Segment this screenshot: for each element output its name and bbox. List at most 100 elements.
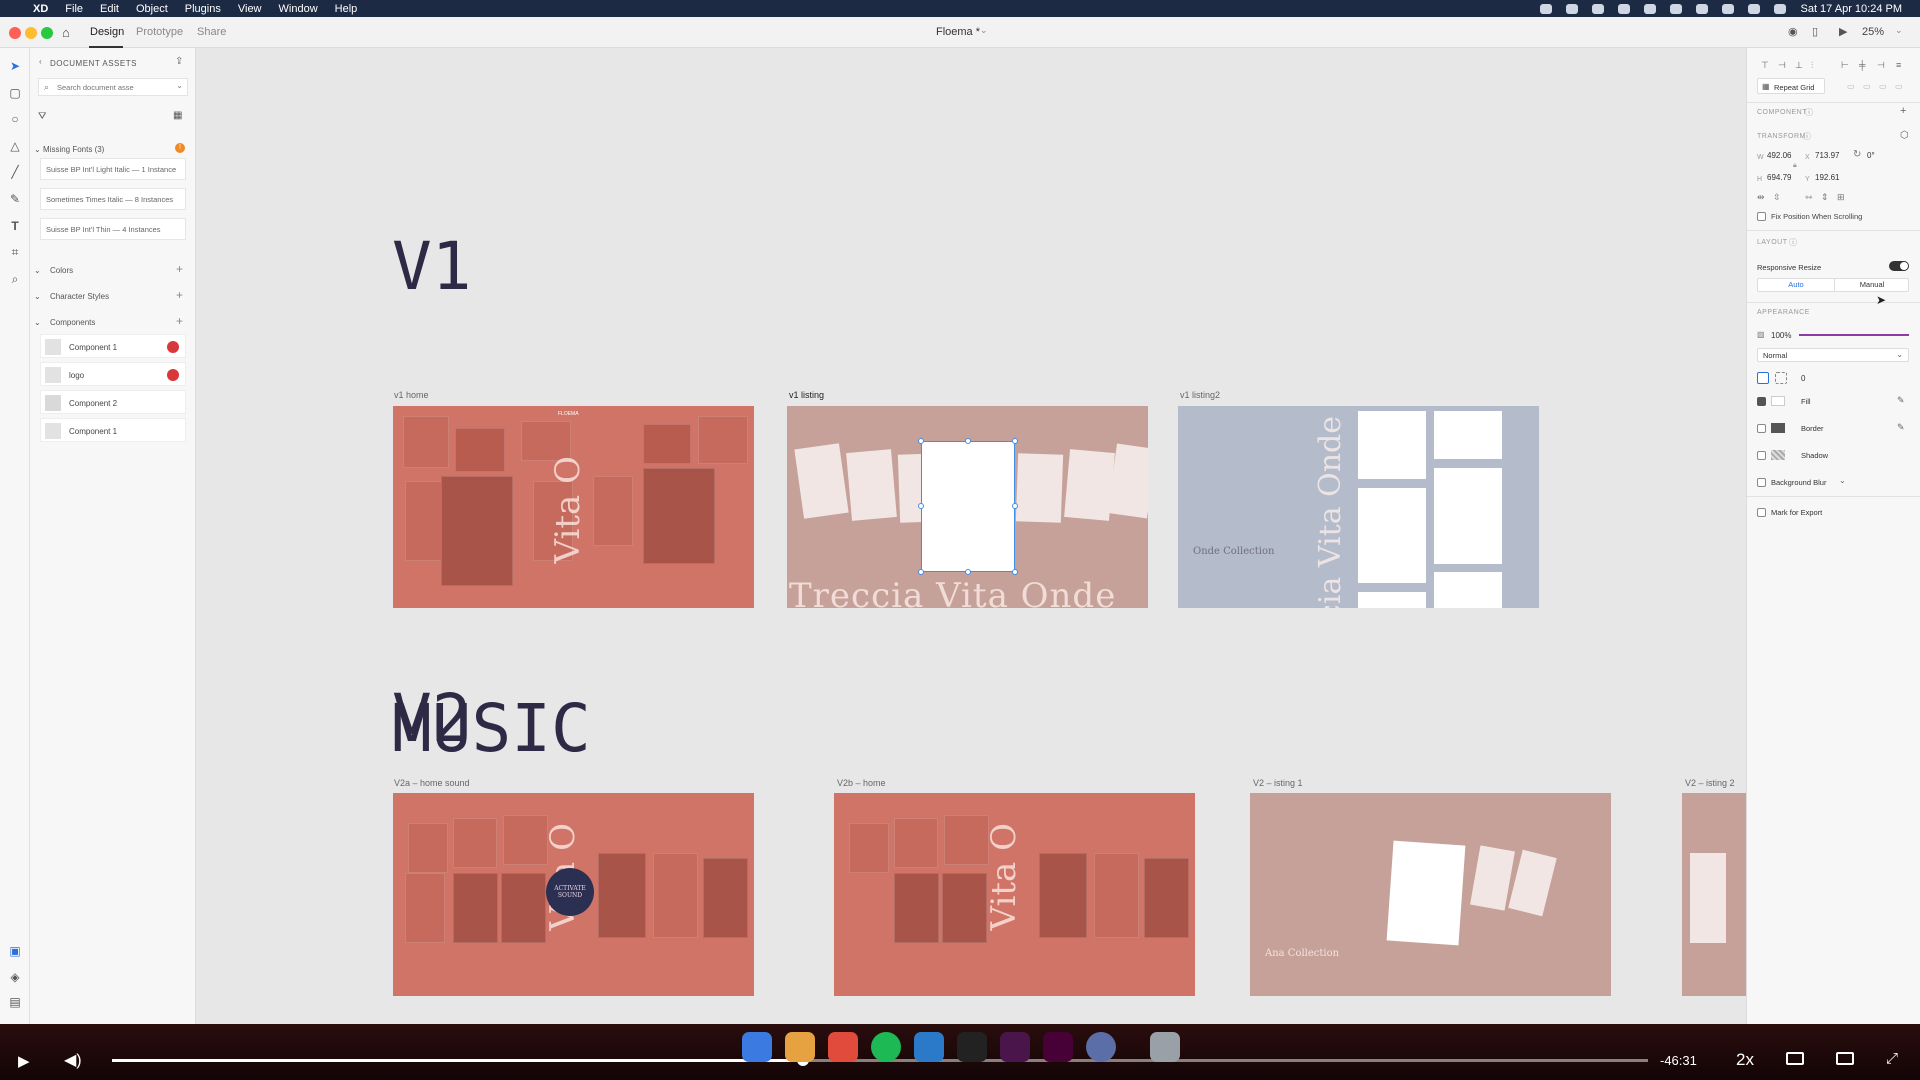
component-item[interactable]: logo	[40, 362, 186, 386]
activate-sound-button[interactable]: ACTIVATE SOUND	[546, 868, 594, 916]
document-title[interactable]: Floema *	[936, 26, 980, 38]
artboard-v1-home[interactable]: Vita O FLOEMA	[393, 406, 754, 608]
playback-speed[interactable]: 2x	[1736, 1050, 1754, 1070]
colors-chevron-icon[interactable]: ⌄	[34, 266, 41, 275]
minimize-window-button[interactable]	[25, 27, 37, 39]
component-item[interactable]: Component 1	[40, 334, 186, 358]
terminal-icon[interactable]	[957, 1032, 987, 1062]
zoom-chevron-icon[interactable]: ⌄	[1895, 25, 1903, 36]
close-window-button[interactable]	[9, 27, 21, 39]
rotation-field[interactable]: 0°	[1867, 151, 1875, 160]
resize-handle[interactable]	[1012, 569, 1018, 575]
missing-font-item[interactable]: Suisse BP Int'l Light Italic — 1 Instanc…	[40, 158, 186, 180]
align-right-icon[interactable]: ⊣	[1877, 60, 1885, 71]
artboard-v1-listing2[interactable]: Treccia Vita Onde Onde Collection	[1178, 406, 1539, 608]
corner-radius-field[interactable]: 0	[1801, 374, 1805, 383]
width-field[interactable]: 492.06	[1767, 151, 1791, 160]
align-bottom-icon[interactable]: ⊥	[1795, 60, 1803, 71]
layers-panel-icon[interactable]: ◈	[7, 969, 23, 985]
resize-handle[interactable]	[918, 438, 924, 444]
menu-window[interactable]: Window	[279, 3, 318, 15]
zoom-window-button[interactable]	[41, 27, 53, 39]
components-header[interactable]: Components	[50, 318, 95, 327]
ellipse-tool-icon[interactable]: ○	[7, 111, 23, 127]
tab-design[interactable]: Design	[90, 26, 124, 38]
upload-icon[interactable]	[1644, 3, 1657, 14]
menu-object[interactable]: Object	[136, 3, 168, 15]
trash-icon[interactable]	[1150, 1032, 1180, 1062]
play-icon[interactable]: ▶	[18, 1052, 30, 1070]
section-title-music[interactable]: MUSIC	[392, 696, 591, 762]
search-menubar-icon[interactable]	[1748, 3, 1761, 14]
export-assets-icon[interactable]: ⇪	[175, 56, 183, 67]
record-icon[interactable]	[1540, 3, 1553, 14]
artboard-v2-listing2[interactable]	[1682, 793, 1746, 996]
menu-file[interactable]: File	[65, 3, 83, 15]
eyedropper-icon[interactable]: ✎	[1897, 395, 1905, 406]
slack-icon[interactable]	[1000, 1032, 1030, 1062]
flip-vertical-icon[interactable]: ⇳	[1773, 192, 1781, 203]
chevron-down-icon[interactable]: ⌄	[980, 25, 988, 36]
tab-prototype[interactable]: Prototype	[136, 26, 183, 38]
battery-icon[interactable]	[1696, 3, 1709, 14]
artboard-label[interactable]: V2 – isting 2	[1685, 778, 1735, 788]
boolean-add-icon[interactable]: ▭	[1847, 82, 1855, 91]
flip-horizontal-icon[interactable]: ⇹	[1757, 192, 1765, 203]
manual-option[interactable]: Manual	[1834, 279, 1909, 291]
x-field[interactable]: 713.97	[1815, 151, 1839, 160]
3d-transform-icon[interactable]: ⬡	[1900, 130, 1909, 141]
assets-panel-icon[interactable]: ▣	[7, 943, 23, 959]
polygon-tool-icon[interactable]: △	[7, 138, 23, 154]
pen-tool-icon[interactable]: ✎	[7, 191, 23, 207]
info-icon[interactable]: ⓘ	[1789, 237, 1797, 248]
grid-view-icon[interactable]: ▦	[173, 110, 182, 121]
hd-icon[interactable]	[1836, 1052, 1854, 1065]
char-styles-chevron-icon[interactable]: ⌄	[34, 292, 41, 301]
add-component-icon[interactable]: +	[1900, 105, 1906, 117]
corner-radius-uniform-icon[interactable]	[1757, 372, 1769, 384]
height-field[interactable]: 694.79	[1767, 173, 1791, 182]
padding-icon[interactable]: ⊞	[1837, 192, 1845, 203]
resize-handle[interactable]	[918, 503, 924, 509]
design-canvas[interactable]: V1 v1 home v1 listing v1 listing2 Vita O…	[196, 48, 1746, 1024]
auto-option[interactable]: Auto	[1758, 279, 1834, 291]
select-tool-icon[interactable]: ➤	[7, 58, 23, 74]
filter-icon[interactable]: ⛛	[38, 111, 46, 122]
timer-icon[interactable]	[1670, 3, 1683, 14]
distribute-spacing-icon[interactable]: ⇿	[1805, 192, 1813, 203]
artboard-label[interactable]: v1 listing2	[1180, 390, 1220, 400]
rectangle-tool-icon[interactable]: ▢	[7, 85, 23, 101]
missing-fonts-chevron-icon[interactable]: ⌄	[34, 145, 41, 154]
corner-radius-individual-icon[interactable]	[1775, 372, 1787, 384]
missing-font-item[interactable]: Suisse BP Int'l Thin — 4 Instances	[40, 218, 186, 240]
resize-handle[interactable]	[965, 569, 971, 575]
opacity-field[interactable]: 100%	[1771, 331, 1791, 340]
missing-fonts-header[interactable]: Missing Fonts (3)	[43, 145, 104, 154]
vertical-spacing-icon[interactable]: ⇕	[1821, 192, 1829, 203]
fill-swatch[interactable]	[1771, 396, 1785, 406]
add-color-icon[interactable]: +	[176, 262, 183, 276]
text-tool-icon[interactable]: T	[7, 218, 23, 234]
finder-icon[interactable]	[742, 1032, 772, 1062]
shadow-swatch[interactable]	[1771, 450, 1785, 460]
colors-header[interactable]: Colors	[50, 266, 73, 275]
selected-product-card[interactable]	[921, 441, 1015, 572]
creative-cloud-icon[interactable]	[1566, 3, 1579, 14]
blend-mode-select[interactable]: Normal ⌄	[1757, 348, 1909, 362]
menu-help[interactable]: Help	[335, 3, 358, 15]
eyedropper-icon[interactable]: ✎	[1897, 422, 1905, 433]
repeat-grid-button[interactable]: ▦ Repeat Grid	[1757, 78, 1825, 94]
tab-share[interactable]: Share	[197, 26, 226, 38]
control-center-icon[interactable]	[1774, 3, 1787, 14]
y-field[interactable]: 192.61	[1815, 173, 1839, 182]
artboard-v2b-home[interactable]: Vita O	[834, 793, 1195, 996]
adobe-xd-icon[interactable]	[1043, 1032, 1073, 1062]
sync-icon[interactable]	[1618, 3, 1631, 14]
boolean-exclude-icon[interactable]: ▭	[1895, 82, 1903, 91]
artboard-label[interactable]: V2b – home	[837, 778, 886, 788]
distribute-horizontal-icon[interactable]: ≡	[1896, 60, 1901, 70]
artboard-label[interactable]: v1 home	[394, 390, 429, 400]
artboard-label[interactable]: V2a – home sound	[394, 778, 470, 788]
distribute-vertical-icon[interactable]: ⫶	[1811, 60, 1813, 71]
menubar-clock[interactable]: Sat 17 Apr 10:24 PM	[1800, 3, 1902, 15]
